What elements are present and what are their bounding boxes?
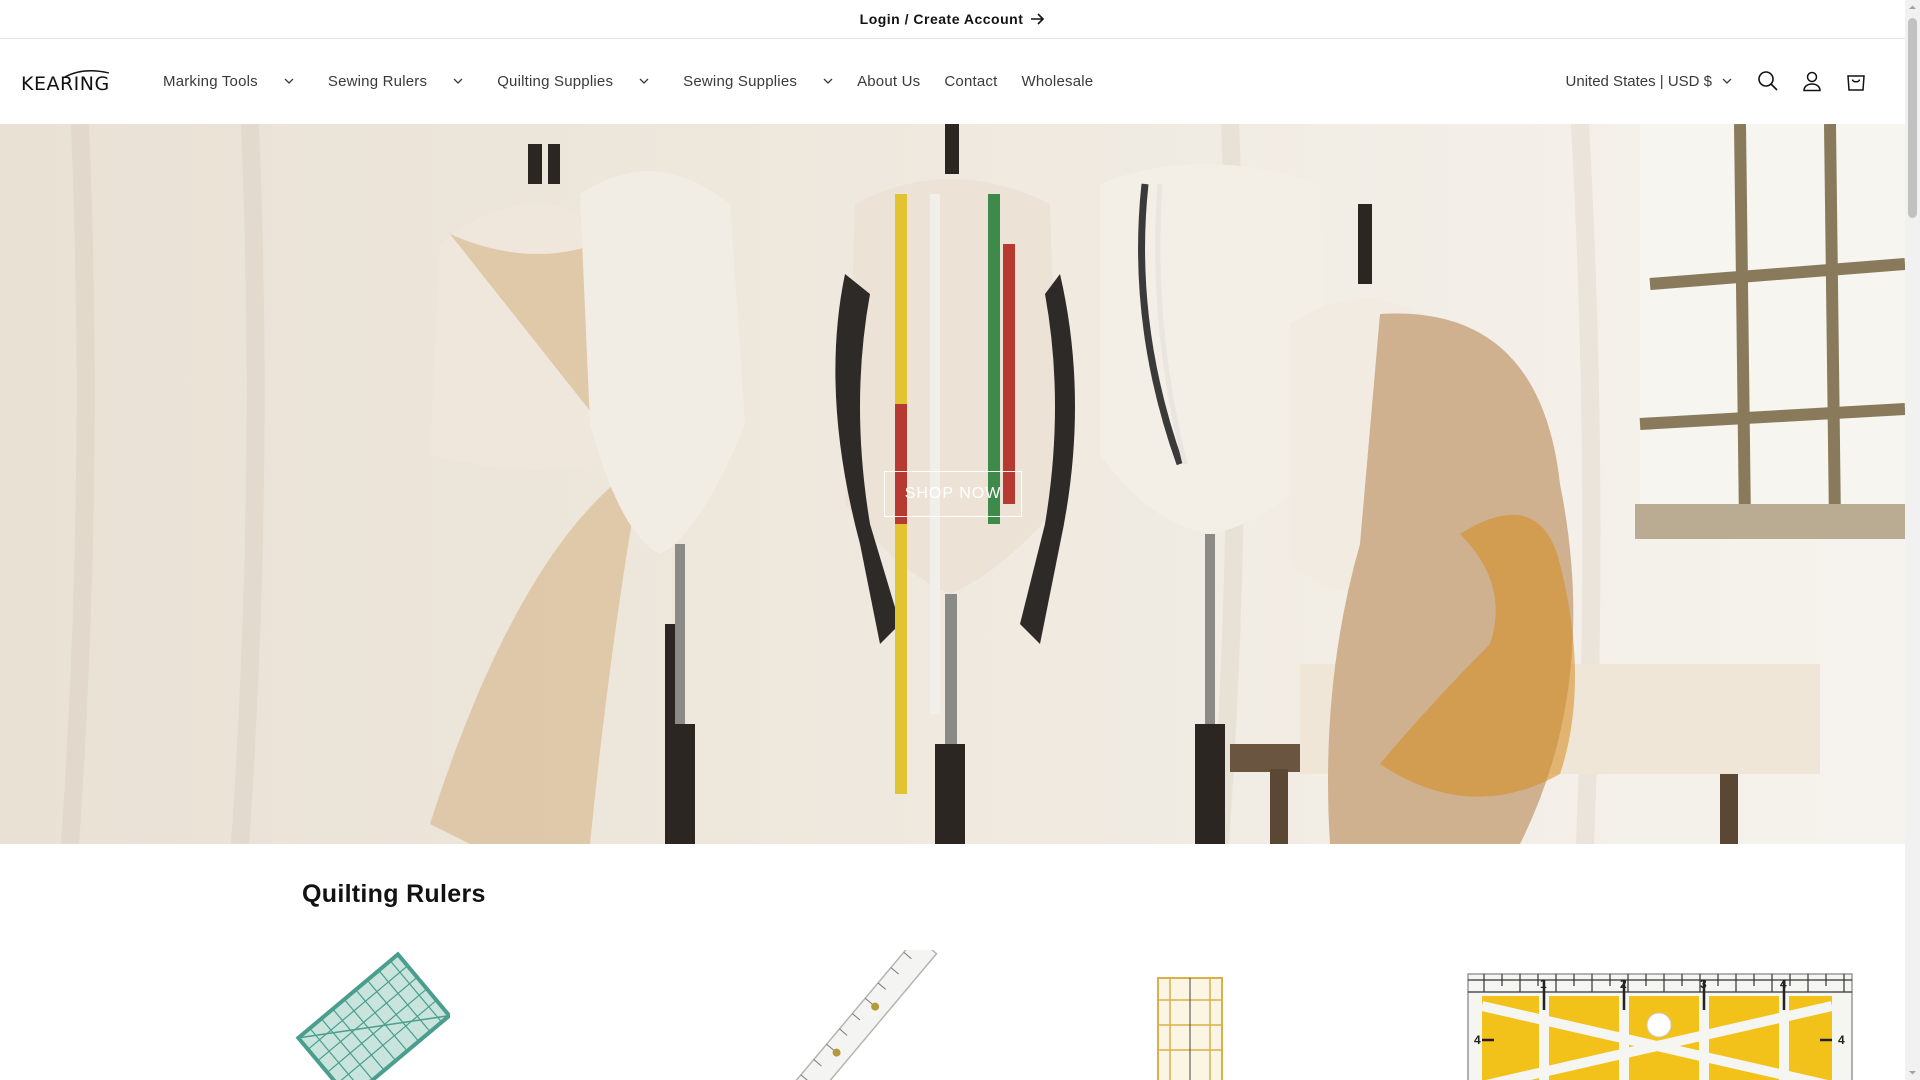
product-card[interactable]	[780, 950, 940, 1080]
chevron-down-icon	[1722, 78, 1732, 84]
nav-label: Sewing Rulers	[327, 72, 428, 90]
page-scrollbar[interactable]	[1905, 0, 1920, 1080]
kearing-logo[interactable]: KEARING	[21, 69, 111, 95]
svg-text:2: 2	[1620, 977, 1627, 991]
country-label: United States | USD $	[1565, 72, 1712, 90]
login-create-account-link[interactable]: Login / Create Account	[860, 11, 1046, 27]
nav-quilting-supplies[interactable]: Quilting Supplies	[485, 61, 671, 101]
window-frame	[1635, 124, 1905, 539]
nav-label: Marking Tools	[163, 72, 258, 90]
chevron-down-icon	[453, 78, 463, 84]
scroll-up-arrow-icon[interactable]	[1908, 3, 1917, 12]
site-header: KEARING Marking Tools Sewing Rulers Quil…	[0, 39, 1905, 123]
nav-label: About Us	[857, 72, 921, 90]
svg-text:3: 3	[1700, 977, 1707, 991]
arrow-right-icon	[1031, 13, 1045, 25]
chevron-down-icon	[823, 78, 833, 84]
quilting-ruler-image	[787, 950, 938, 1080]
announcement-bar: Login / Create Account	[0, 0, 1905, 39]
svg-text:4: 4	[1780, 977, 1787, 991]
nav-contact[interactable]: Contact	[932, 61, 1009, 101]
account-button[interactable]	[1790, 59, 1834, 103]
account-icon	[1803, 71, 1821, 92]
product-card[interactable]	[290, 950, 450, 1080]
nav-marking-tools[interactable]: Marking Tools	[147, 61, 316, 101]
chevron-down-icon	[639, 78, 649, 84]
svg-text:4: 4	[1474, 1033, 1481, 1047]
header-actions: United States | USD $	[1566, 39, 1878, 123]
nav-wholesale[interactable]: Wholesale	[1009, 61, 1105, 101]
cart-icon	[1847, 75, 1865, 91]
country-currency-selector[interactable]: United States | USD $	[1566, 73, 1732, 90]
quilting-ruler-image	[1157, 977, 1223, 1080]
hero-banner: SHOP NOW	[0, 124, 1905, 844]
shop-now-button[interactable]: SHOP NOW	[884, 471, 1022, 517]
search-icon	[1758, 71, 1778, 91]
scroll-down-arrow-icon[interactable]	[1908, 1068, 1917, 1077]
nav-label: Wholesale	[1021, 72, 1094, 90]
nav-about-us[interactable]: About Us	[845, 61, 932, 101]
nav-label: Contact	[944, 72, 998, 90]
svg-text:4: 4	[1838, 1033, 1845, 1047]
product-grid: 1 2 3 4 4 4	[0, 950, 1905, 1080]
search-button[interactable]	[1746, 59, 1790, 103]
logo-text: KEARING	[21, 73, 110, 95]
quilting-ruler-image: 1 2 3 4 4 4	[1467, 973, 1853, 1080]
cart-button[interactable]	[1834, 59, 1878, 103]
svg-text:1: 1	[1540, 977, 1547, 991]
chevron-down-icon	[284, 78, 294, 84]
scrollbar-thumb[interactable]	[1908, 18, 1917, 218]
quilting-ruler-image	[295, 951, 450, 1080]
nav-label: Quilting Supplies	[497, 72, 614, 90]
nav-label: Sewing Supplies	[683, 72, 798, 90]
main-nav: Marking Tools Sewing Rulers Quilting Sup…	[147, 39, 1105, 123]
product-card[interactable]: 1 2 3 4 4 4	[1464, 950, 1854, 1080]
nav-sewing-rulers[interactable]: Sewing Rulers	[316, 61, 485, 101]
nav-sewing-supplies[interactable]: Sewing Supplies	[671, 61, 845, 101]
section-title: Quilting Rulers	[302, 880, 486, 908]
product-card[interactable]	[1150, 950, 1230, 1080]
login-link-label: Login / Create Account	[859, 11, 1024, 27]
